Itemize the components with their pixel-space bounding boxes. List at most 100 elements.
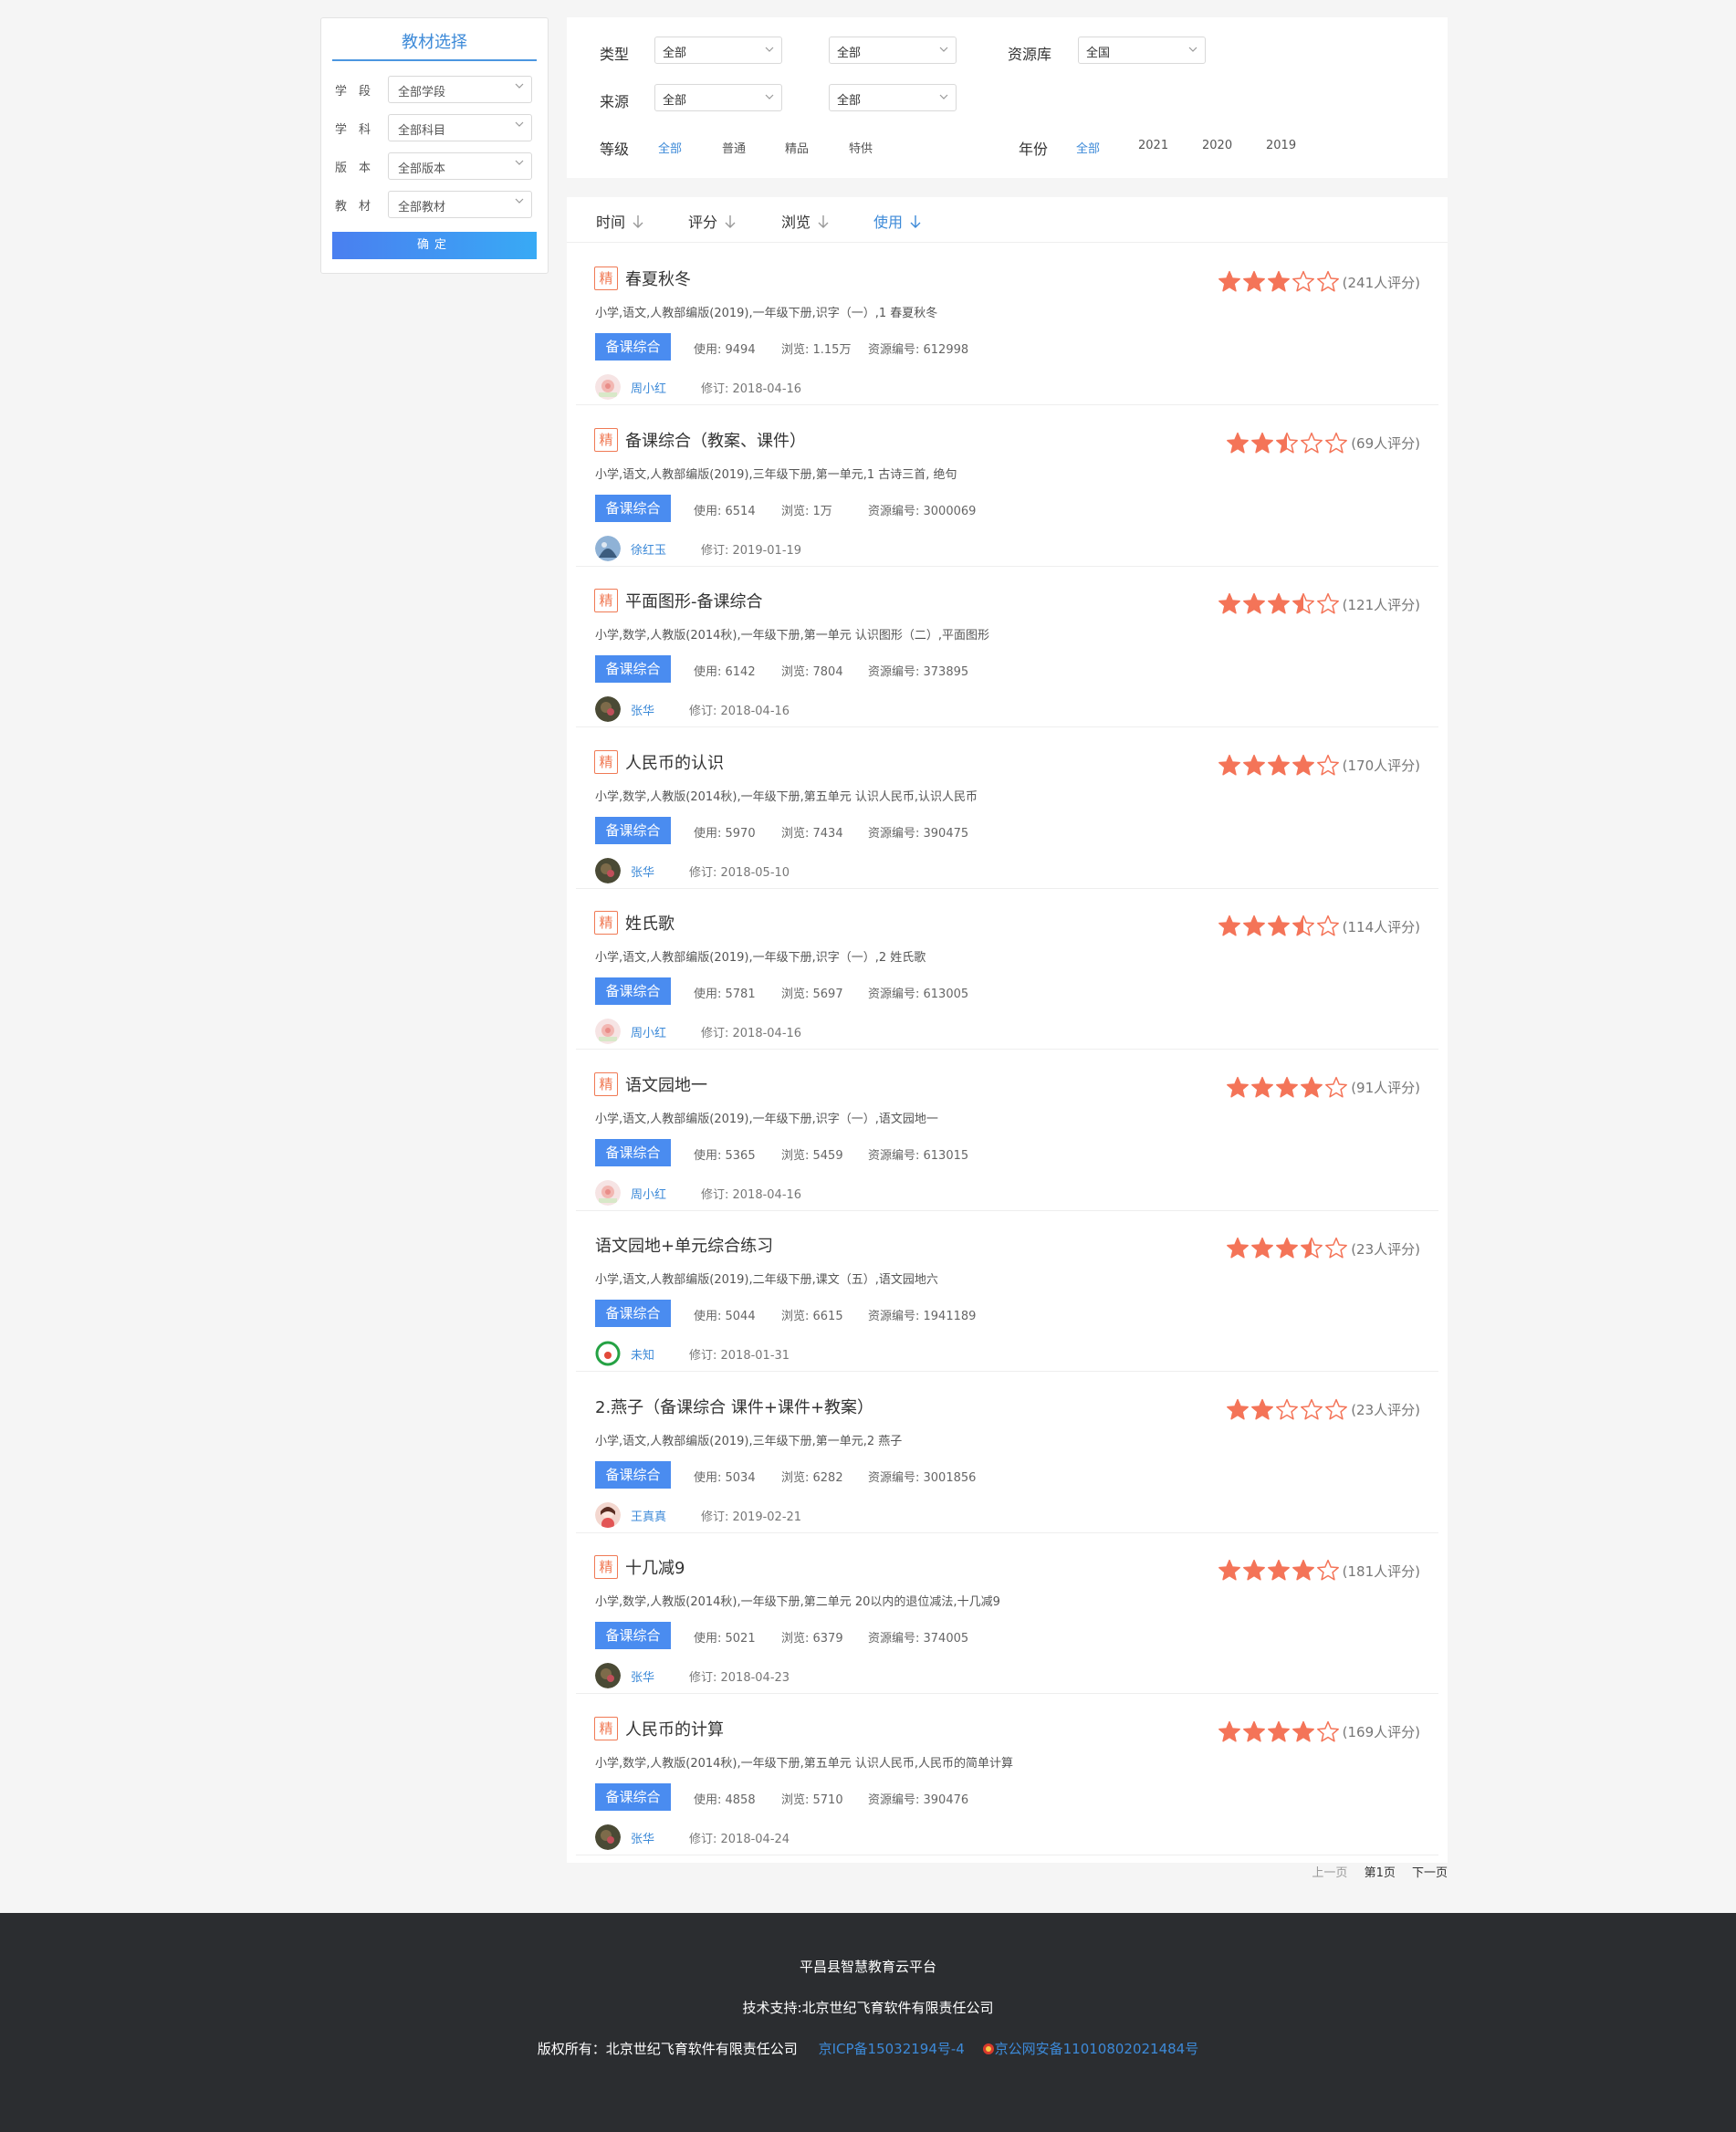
resource-title[interactable]: 语文园地一	[625, 1072, 707, 1096]
sort-by-usage[interactable]: 使用	[873, 210, 921, 233]
textbook-select[interactable]: 全部教材	[388, 191, 532, 218]
repo-label: 资源库	[1008, 46, 1052, 63]
rating-count: (91人评分)	[1351, 1080, 1420, 1096]
sort-by-time[interactable]: 时间	[596, 210, 643, 233]
resource-item[interactable]: 精 人民币的认识 小学,数学,人教版(2014秋),一年级下册,第五单元 认识人…	[576, 728, 1438, 889]
resource-item[interactable]: 语文园地+单元综合练习 小学,语文,人教部编版(2019),二年级下册,课文（五…	[576, 1211, 1438, 1372]
rating-count: (114人评分)	[1342, 918, 1420, 935]
level-option-special[interactable]: 特供	[849, 139, 873, 156]
rating-star-icon	[1242, 754, 1267, 778]
sort-by-views[interactable]: 浏览	[781, 210, 829, 233]
source-select[interactable]: 全部	[654, 84, 782, 111]
edition-select[interactable]: 全部版本	[388, 152, 532, 180]
police-badge-icon	[982, 2041, 995, 2057]
view-count: 浏览: 1.15万	[781, 343, 852, 357]
rating-star-icon	[1250, 1076, 1275, 1100]
resource-item[interactable]: 精 十几减9 小学,数学,人教版(2014秋),一年级下册,第二单元 20以内的…	[576, 1533, 1438, 1694]
resource-title[interactable]: 语文园地+单元综合练习	[595, 1233, 773, 1257]
rating: (114人评分)	[1218, 913, 1420, 940]
arrow-down-icon	[910, 214, 921, 233]
resource-title[interactable]: 备课综合（教案、课件）	[625, 428, 806, 452]
revision-date: 修订: 2018-04-16	[701, 382, 802, 396]
resource-tag: 备课综合	[595, 1622, 671, 1649]
rating-star-icon	[1292, 914, 1316, 938]
chevron-down-icon	[939, 92, 948, 101]
sort-by-rating[interactable]: 评分	[688, 210, 736, 233]
textbook-label: 教材	[335, 200, 383, 214]
resource-id: 资源编号: 613015	[868, 1148, 969, 1163]
subject-row: 学科 全部科目	[335, 114, 536, 141]
rating-star-icon	[1300, 1398, 1324, 1422]
chevron-down-icon	[515, 81, 524, 90]
stage-select[interactable]: 全部学段	[388, 76, 532, 103]
subsource-select[interactable]: 全部	[829, 84, 957, 111]
resource-title[interactable]: 2.燕子（备课综合 课件+课件+教案）	[595, 1395, 873, 1418]
resource-item[interactable]: 精 春夏秋冬 小学,语文,人教部编版(2019),一年级下册,识字（一）,1 春…	[576, 245, 1438, 405]
footer-legal: 版权所有：北京世纪飞育软件有限责任公司 京ICP备15032194号-4 京公网…	[0, 2039, 1736, 2058]
featured-badge: 精	[594, 1555, 618, 1579]
year-option-2019[interactable]: 2019	[1266, 139, 1296, 152]
icp-link[interactable]: 京ICP备15032194号-4	[819, 2041, 965, 2057]
year-option-2020[interactable]: 2020	[1202, 139, 1232, 152]
resource-title[interactable]: 人民币的认识	[625, 750, 724, 774]
resource-item[interactable]: 精 人民币的计算 小学,数学,人教版(2014秋),一年级下册,第五单元 认识人…	[576, 1695, 1438, 1855]
resource-item[interactable]: 精 语文园地一 小学,语文,人教部编版(2019),一年级下册,识字（一）,语文…	[576, 1050, 1438, 1211]
resource-item[interactable]: 2.燕子（备课综合 课件+课件+教案） 小学,语文,人教部编版(2019),三年…	[576, 1373, 1438, 1533]
next-page-button[interactable]: 下一页	[1412, 1866, 1448, 1880]
author-link[interactable]: 张华	[631, 1829, 654, 1846]
resource-title[interactable]: 平面图形-备课综合	[625, 589, 763, 612]
textbook-select-value: 全部教材	[398, 201, 446, 214]
author-link[interactable]: 周小红	[631, 1023, 666, 1040]
author-link[interactable]: 张华	[631, 862, 654, 880]
resource-path: 小学,语文,人教部编版(2019),三年级下册,第一单元,1 古诗三首, 绝句	[595, 467, 957, 482]
author-link[interactable]: 王真真	[631, 1507, 666, 1524]
level-option-premium[interactable]: 精品	[785, 139, 809, 156]
chevron-down-icon	[515, 158, 524, 167]
rating-star-icon	[1275, 1398, 1300, 1422]
footer-support: 技术支持:北京世纪飞育软件有限责任公司	[742, 2000, 994, 2016]
confirm-button[interactable]: 确定	[332, 232, 537, 259]
edition-label: 版本	[335, 162, 383, 175]
police-link[interactable]: 京公网安备11010802021484号	[995, 2041, 1199, 2057]
rating-star-icon	[1275, 1076, 1300, 1100]
resource-item[interactable]: 精 备课综合（教案、课件） 小学,语文,人教部编版(2019),三年级下册,第一…	[576, 406, 1438, 567]
year-option-2021[interactable]: 2021	[1138, 139, 1168, 152]
resource-item[interactable]: 精 平面图形-备课综合 小学,数学,人教版(2014秋),一年级下册,第一单元 …	[576, 567, 1438, 727]
subject-select[interactable]: 全部科目	[388, 114, 532, 141]
prev-page-button[interactable]: 上一页	[1312, 1866, 1347, 1880]
level-label: 等级	[600, 141, 630, 158]
level-option-all[interactable]: 全部	[658, 139, 682, 156]
view-count: 浏览: 5459	[781, 1148, 843, 1163]
resource-item[interactable]: 精 姓氏歌 小学,语文,人教部编版(2019),一年级下册,识字（一）,2 姓氏…	[576, 889, 1438, 1050]
year-option-all[interactable]: 全部	[1076, 139, 1100, 156]
repo-select[interactable]: 全国	[1078, 37, 1206, 64]
level-option-normal[interactable]: 普通	[722, 139, 746, 156]
resource-tag: 备课综合	[595, 1782, 671, 1811]
author-link[interactable]: 周小红	[631, 379, 666, 396]
rating-star-icon	[1316, 1559, 1341, 1583]
resource-title[interactable]: 姓氏歌	[625, 911, 675, 935]
author-link[interactable]: 周小红	[631, 1185, 666, 1202]
type-select[interactable]: 全部	[654, 37, 782, 64]
featured-badge: 精	[594, 266, 618, 290]
resource-path: 小学,语文,人教部编版(2019),二年级下册,课文（五）,语文园地六	[595, 1273, 938, 1287]
author-link[interactable]: 未知	[631, 1345, 654, 1363]
author-link[interactable]: 徐红玉	[631, 540, 666, 558]
stage-row: 学段 全部学段	[335, 76, 536, 103]
resource-title[interactable]: 人民币的计算	[625, 1717, 724, 1740]
stage-label: 学段	[335, 85, 383, 99]
rating-stars	[1218, 1559, 1341, 1583]
resource-title[interactable]: 春夏秋冬	[625, 266, 691, 290]
author-link[interactable]: 张华	[631, 701, 654, 718]
rating-stars	[1226, 1237, 1349, 1260]
subtype-select[interactable]: 全部	[829, 37, 957, 64]
resource-title[interactable]: 十几减9	[625, 1555, 685, 1579]
chevron-down-icon	[939, 45, 948, 54]
filter-panel: 类型 全部 全部 资源库 全国 来源 全部 全部 等级 全部 普通 精品 特供 …	[567, 17, 1448, 178]
rating-star-icon	[1218, 754, 1242, 778]
rating-star-icon	[1300, 1237, 1324, 1260]
author-link[interactable]: 张华	[631, 1667, 654, 1685]
featured-badge: 精	[594, 589, 618, 612]
rating-star-icon	[1316, 754, 1341, 778]
rating: (169人评分)	[1218, 1719, 1420, 1746]
